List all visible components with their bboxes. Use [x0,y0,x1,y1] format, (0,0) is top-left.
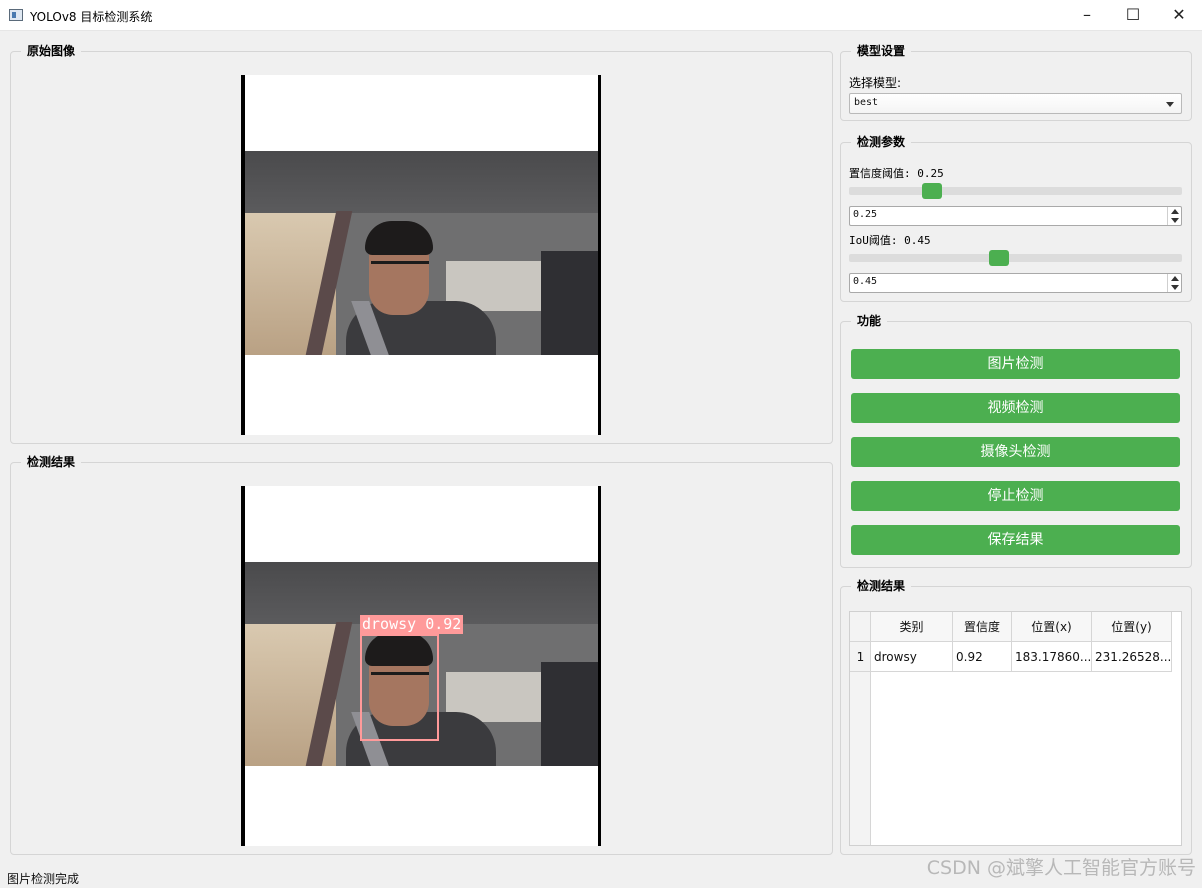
arrow-down-icon[interactable] [1171,218,1179,223]
iou-spinbox-value: 0.45 [853,276,878,287]
iou-slider-handle[interactable] [988,250,1009,266]
title-bar: YOLOv8 目标检测系统 – ☐ ✕ [0,0,1202,31]
chevron-down-icon [1166,102,1174,107]
confidence-slider-handle[interactable] [922,183,943,199]
model-select[interactable]: best [849,93,1182,114]
column-header-confidence[interactable]: 置信度 [953,612,1012,642]
arrow-up-icon[interactable] [1171,276,1179,281]
status-text: 图片检测完成 [7,872,80,886]
row-header-column [850,642,871,845]
detection-bounding-box [360,634,439,741]
result-image-group: 检测结果 drowsy 0.92 [10,455,833,855]
stop-detect-button[interactable]: 停止检测 [851,481,1180,511]
original-image [241,75,601,435]
app-icon [9,9,23,21]
iou-spinbox[interactable]: 0.45 [849,273,1182,293]
detection-params-title: 检测参数 [851,135,912,150]
close-button[interactable]: ✕ [1156,0,1202,31]
arrow-up-icon[interactable] [1171,209,1179,214]
iou-slider[interactable] [849,250,1182,266]
maximize-button[interactable]: ☐ [1110,0,1156,31]
model-select-label: 选择模型: [849,76,902,90]
model-select-value: best [854,97,879,108]
row-header[interactable]: 1 [850,642,871,672]
confidence-spinbox-arrows[interactable] [1167,207,1181,225]
original-image-title: 原始图像 [21,44,82,59]
results-table-title: 检测结果 [851,579,912,594]
column-header-y[interactable]: 位置(y) [1092,612,1172,642]
save-result-button[interactable]: 保存结果 [851,525,1180,555]
detection-label: drowsy 0.92 [360,615,464,634]
column-header-class[interactable]: 类别 [871,612,953,642]
car-cabin-scene [241,151,601,355]
functions-title: 功能 [851,314,888,329]
result-image-title: 检测结果 [21,455,82,470]
table-cell-confidence[interactable]: 0.92 [953,642,1012,672]
video-detect-button[interactable]: 视频检测 [851,393,1180,423]
table-corner[interactable] [850,612,871,642]
camera-detect-button[interactable]: 摄像头检测 [851,437,1180,467]
column-header-x[interactable]: 位置(x) [1012,612,1092,642]
table-cell-x[interactable]: 183.17860... [1012,642,1092,672]
image-detect-button[interactable]: 图片检测 [851,349,1180,379]
watermark: CSDN @斌擎人工智能官方账号 [926,857,1196,879]
minimize-button[interactable]: – [1064,0,1110,31]
arrow-down-icon[interactable] [1171,285,1179,290]
result-image: drowsy 0.92 [241,486,601,846]
confidence-label: 置信度阈值: 0.25 [849,167,944,180]
window-title: YOLOv8 目标检测系统 [30,10,153,24]
iou-spinbox-arrows[interactable] [1167,274,1181,292]
table-cell-class[interactable]: drowsy [871,642,953,672]
confidence-slider[interactable] [849,183,1182,199]
original-image-group: 原始图像 [10,44,833,444]
confidence-spinbox[interactable]: 0.25 [849,206,1182,226]
iou-label: IoU阈值: 0.45 [849,234,931,247]
confidence-spinbox-value: 0.25 [853,209,878,220]
table-cell-y[interactable]: 231.26528... [1092,642,1172,672]
results-table[interactable]: 类别 置信度 位置(x) 位置(y) 1 drowsy 0.92 183.178… [849,611,1182,846]
model-settings-title: 模型设置 [851,44,912,59]
